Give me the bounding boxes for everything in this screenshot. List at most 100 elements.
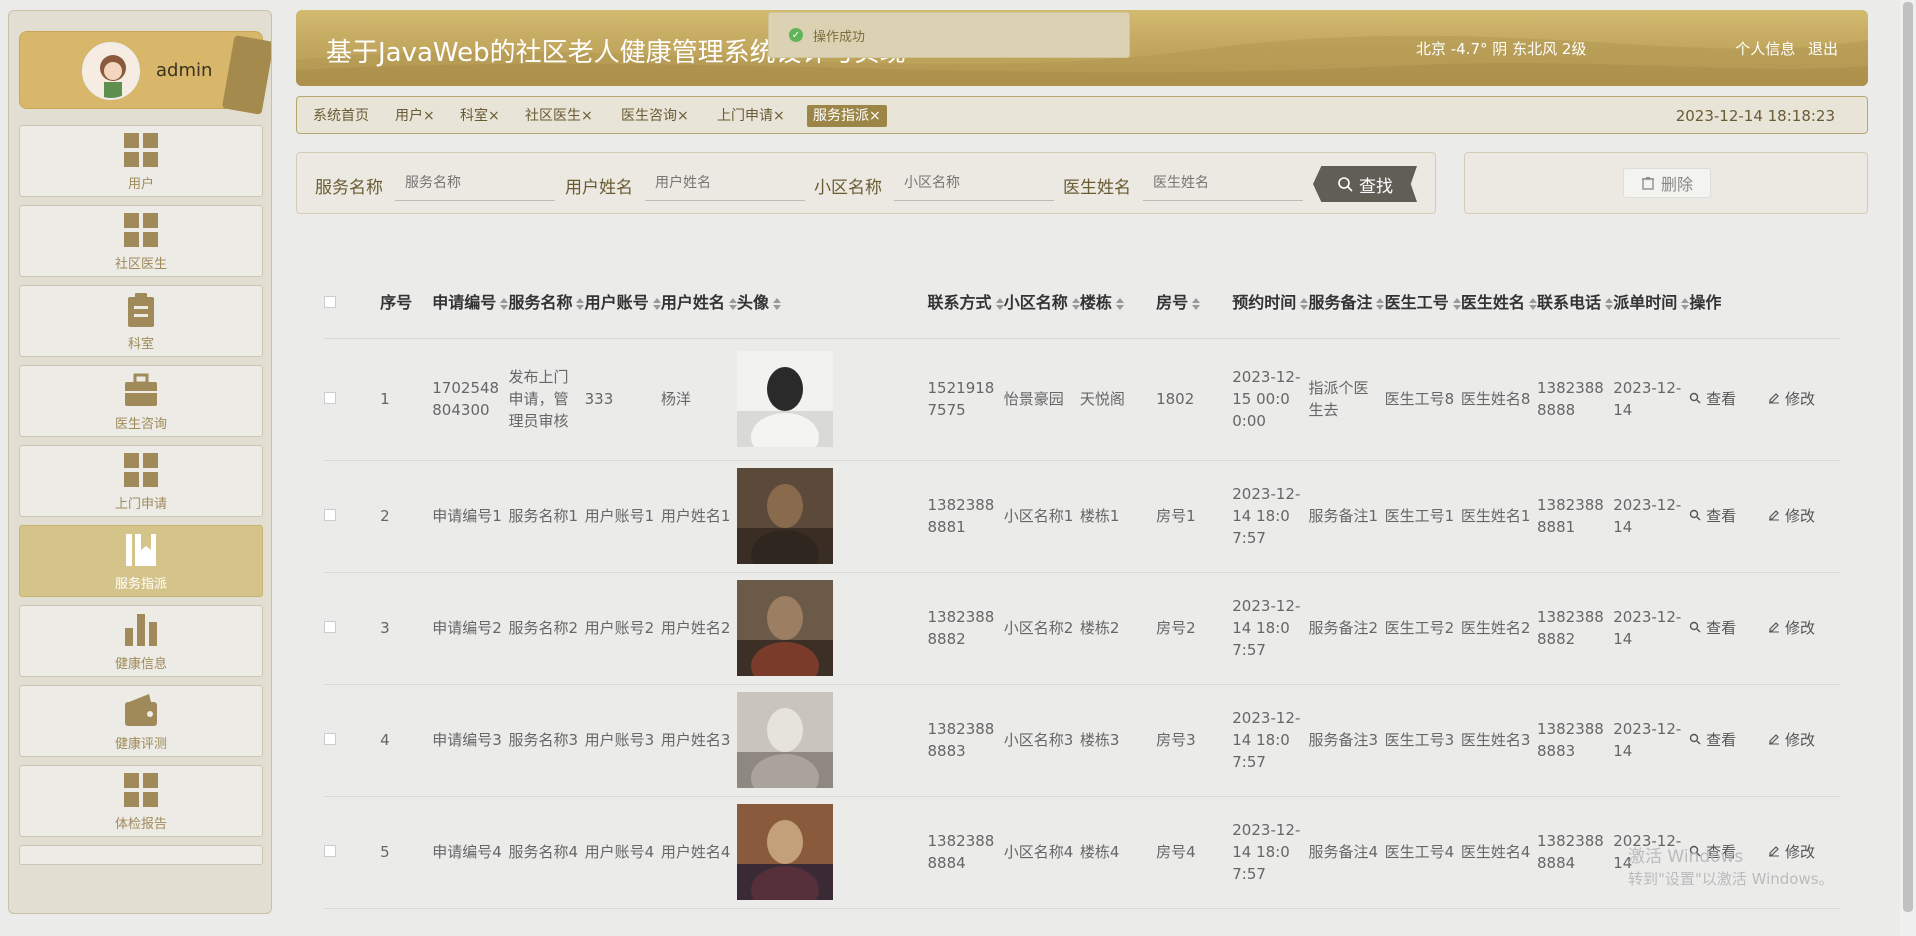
tab-department[interactable]: 科室× — [460, 105, 500, 127]
col-room[interactable]: 房号 — [1156, 272, 1233, 339]
avatar[interactable] — [82, 42, 140, 100]
col-apply-no[interactable]: 申请编号 — [432, 272, 509, 339]
row-checkbox[interactable] — [324, 733, 336, 745]
edit-button[interactable]: 修改 — [1768, 731, 1831, 749]
tab-label: 科室 — [460, 108, 488, 124]
cell-text: 13823888881 — [1537, 496, 1604, 536]
community-name-input[interactable] — [894, 165, 1054, 201]
view-button[interactable]: 查看 — [1689, 619, 1752, 637]
tab-close[interactable]: × — [773, 108, 785, 124]
table-row[interactable]: 5 申请编号4 服务名称4 用户账号4 用户姓名4 13823888884 小区名称4 楼栋4… — [324, 796, 1840, 909]
sidebar-item-users[interactable]: 用户 — [19, 125, 263, 197]
search-button[interactable]: 查找 — [1313, 166, 1417, 202]
scrollbar-thumb[interactable] — [1903, 2, 1913, 912]
sort-icon[interactable] — [1115, 297, 1124, 310]
sidebar-item-community-doctor[interactable]: 社区医生 — [19, 205, 263, 277]
avatar-photo[interactable] — [737, 804, 834, 900]
delete-button[interactable]: 删除 — [1623, 168, 1711, 198]
table-row[interactable]: 3 申请编号2 服务名称2 用户账号2 用户姓名2 13823888882 小区名称2 楼栋2… — [324, 572, 1840, 685]
edit-button[interactable]: 修改 — [1768, 507, 1831, 525]
col-user-name[interactable]: 用户姓名 — [660, 272, 738, 339]
cell-text: 用户姓名3 — [660, 731, 731, 749]
col-community[interactable]: 小区名称 — [1003, 272, 1080, 339]
tab-community-doctor[interactable]: 社区医生× — [525, 105, 593, 127]
tab-close[interactable]: × — [423, 108, 435, 124]
table-cell: 服务名称1 — [508, 460, 585, 573]
col-appointment-time[interactable]: 预约时间 — [1232, 272, 1309, 339]
sort-icon[interactable] — [1605, 297, 1614, 310]
edit-button[interactable]: 修改 — [1768, 390, 1831, 408]
sidebar-item-home-visit[interactable]: 上门申请 — [19, 445, 263, 517]
wallet-icon — [122, 691, 160, 729]
sidebar-item-checkup-report[interactable]: 体检报告 — [19, 765, 263, 837]
tab-close[interactable]: × — [581, 108, 593, 124]
tab-users[interactable]: 用户× — [395, 105, 435, 127]
table-cell: 小区名称4 — [1003, 796, 1080, 909]
view-button[interactable]: 查看 — [1689, 390, 1752, 408]
tab-home[interactable]: 系统首页 — [313, 105, 369, 127]
sidebar-item-doctor-consult[interactable]: 医生咨询 — [19, 365, 263, 437]
select-all-checkbox[interactable] — [324, 295, 336, 308]
col-contact[interactable]: 联系方式 — [927, 272, 1004, 339]
sort-icon[interactable] — [1376, 297, 1385, 310]
col-doctor-id[interactable]: 医生工号 — [1384, 272, 1461, 339]
row-checkbox[interactable] — [324, 509, 336, 521]
service-name-input[interactable] — [395, 165, 555, 201]
table-row[interactable]: 1 1702548804300 发布上门申请，管理员审核 333 杨洋 152191875… — [324, 338, 1840, 461]
sort-icon[interactable] — [500, 297, 509, 310]
avatar-photo[interactable] — [737, 692, 834, 788]
doctor-name-input[interactable] — [1143, 165, 1303, 201]
sort-icon[interactable] — [773, 297, 782, 310]
sidebar-item-health-eval[interactable]: 健康评测 — [19, 685, 263, 757]
avatar-photo[interactable] — [737, 580, 834, 676]
sort-icon[interactable] — [1192, 297, 1201, 310]
sidebar-item-department[interactable]: 科室 — [19, 285, 263, 357]
table-row[interactable]: 4 申请编号3 服务名称3 用户账号3 用户姓名3 13823888883 小区名称3 楼栋3… — [324, 684, 1840, 797]
sidebar-item-service-assign[interactable]: 服务指派 — [19, 525, 263, 597]
avatar-photo[interactable] — [737, 468, 834, 564]
avatar-cell — [737, 684, 928, 797]
sort-icon[interactable] — [1300, 297, 1309, 310]
sort-icon[interactable] — [652, 297, 661, 310]
tab-close[interactable]: × — [488, 108, 500, 124]
tab-doctor-consult[interactable]: 医生咨询× — [621, 105, 689, 127]
col-doctor-name[interactable]: 医生姓名 — [1460, 272, 1538, 339]
sort-icon[interactable] — [1528, 297, 1537, 310]
col-building[interactable]: 楼栋 — [1079, 272, 1157, 339]
sort-icon[interactable] — [1681, 297, 1690, 310]
col-service-note[interactable]: 服务备注 — [1308, 272, 1385, 339]
cell-text: 小区名称3 — [1003, 731, 1074, 749]
row-checkbox[interactable] — [324, 392, 336, 404]
col-avatar[interactable]: 头像 — [737, 272, 928, 339]
sidebar-item-health-info[interactable]: 健康信息 — [19, 605, 263, 677]
user-name-input[interactable] — [645, 165, 805, 201]
sort-icon[interactable] — [1071, 297, 1080, 310]
edit-button[interactable]: 修改 — [1768, 619, 1831, 637]
col-service-name[interactable]: 服务名称 — [508, 272, 585, 339]
view-button[interactable]: 查看 — [1689, 507, 1752, 525]
view-button[interactable]: 查看 — [1689, 731, 1752, 749]
table-cell: 2023-12-14 — [1613, 684, 1690, 797]
col-user-account[interactable]: 用户账号 — [584, 272, 661, 339]
col-assign-time[interactable]: 派单时间 — [1613, 272, 1690, 339]
col-phone[interactable]: 联系电话 — [1537, 272, 1614, 339]
edit-button[interactable]: 修改 — [1768, 843, 1831, 861]
row-checkbox[interactable] — [324, 621, 336, 633]
sort-icon[interactable] — [995, 297, 1004, 310]
avatar-photo[interactable] — [737, 351, 834, 447]
logout-link[interactable]: 退出 — [1808, 40, 1838, 58]
table-row[interactable]: 2 申请编号1 服务名称1 用户账号1 用户姓名1 13823888881 小区名称1 楼栋1… — [324, 460, 1840, 573]
tab-close[interactable]: × — [869, 108, 881, 124]
sidebar-item-partial[interactable] — [19, 845, 263, 865]
page-scrollbar[interactable] — [1900, 0, 1916, 936]
sort-icon[interactable] — [576, 297, 585, 310]
sort-icon[interactable] — [728, 297, 737, 310]
tab-home-visit[interactable]: 上门申请× — [717, 105, 785, 127]
profile-link[interactable]: 个人信息 — [1735, 40, 1795, 58]
cell-text: 医生姓名3 — [1460, 731, 1531, 749]
tab-close[interactable]: × — [677, 108, 689, 124]
tab-service-assign[interactable]: 服务指派× — [807, 105, 887, 127]
row-checkbox[interactable] — [324, 845, 336, 857]
col-index[interactable]: 序号 — [380, 272, 433, 339]
sort-icon[interactable] — [1452, 297, 1461, 310]
